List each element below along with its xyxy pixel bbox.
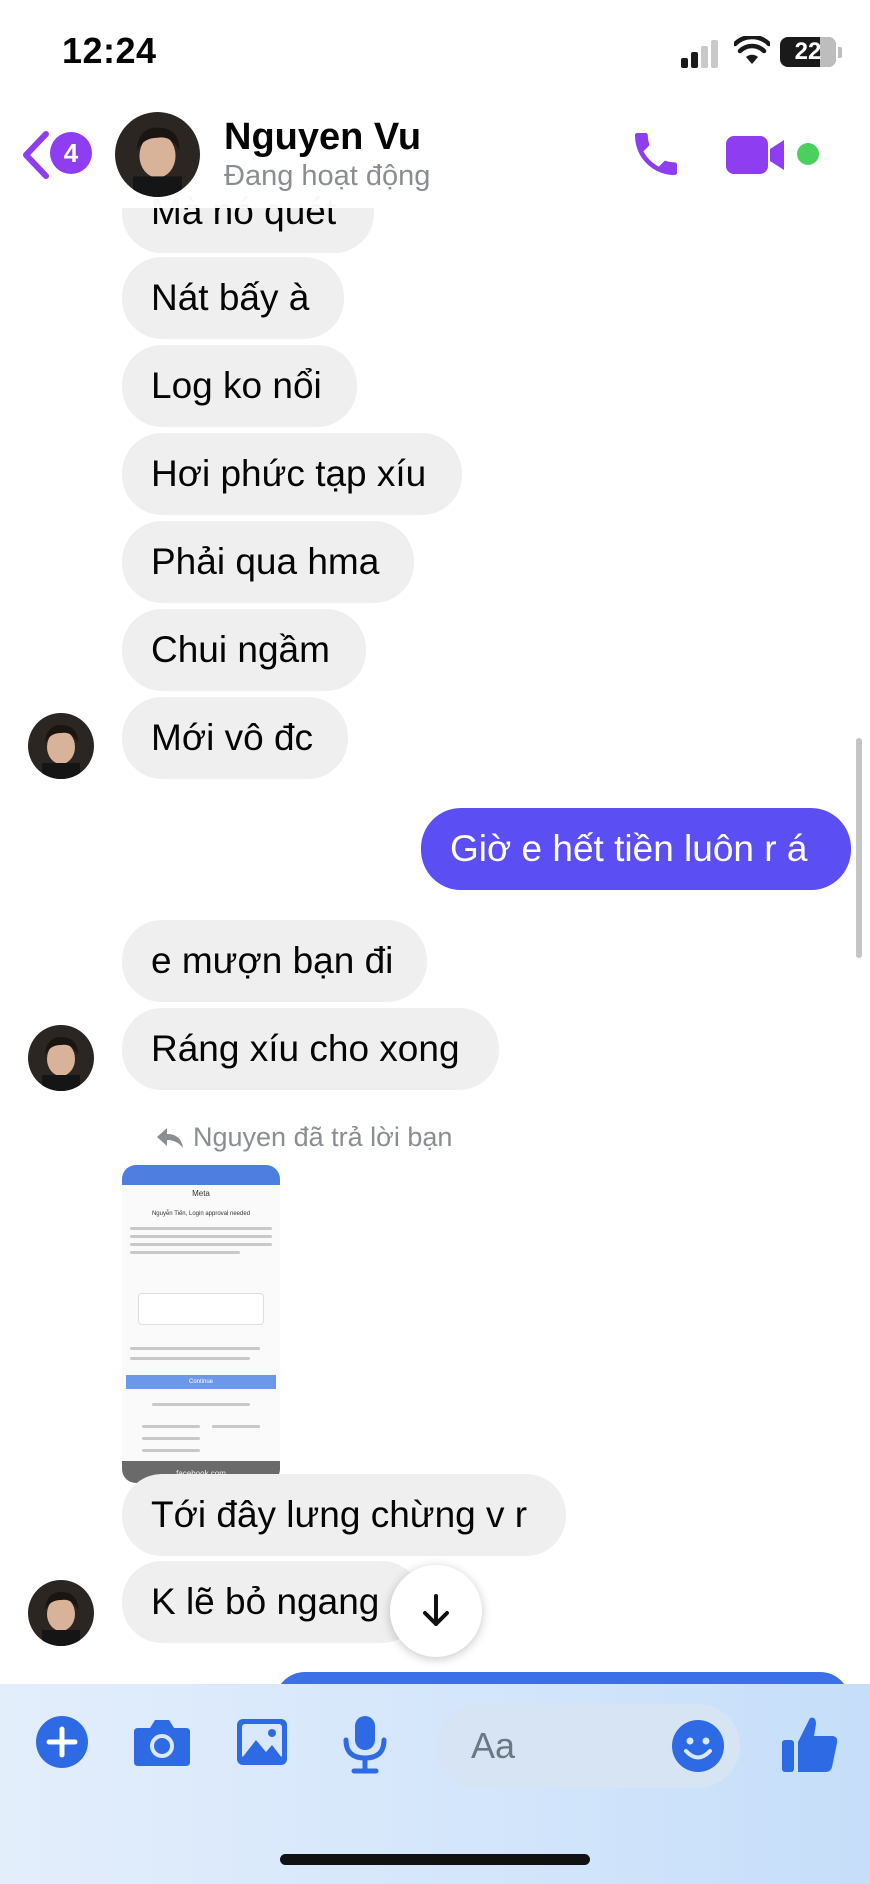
message-text: K lẽ bỏ ngang (151, 1581, 380, 1622)
thumbs-up-icon (782, 1717, 838, 1772)
attachment-button-label: Continue (188, 1379, 214, 1385)
message-bubble-incoming[interactable]: e mượn bạn đi (122, 920, 427, 1002)
reply-icon (157, 1128, 183, 1148)
contact-avatar[interactable] (28, 713, 94, 779)
message-text: Ráng xíu cho xong (151, 1028, 460, 1069)
conversation-header: 4 Nguyen Vu Đang hoạt động (0, 100, 870, 208)
battery-icon: 22 (780, 37, 836, 67)
back-chevron-icon (23, 131, 49, 179)
message-bubble-incoming[interactable]: Phải qua hma (122, 521, 414, 603)
message-bubble-outgoing[interactable]: Giờ e hết tiền luôn r á (421, 808, 851, 890)
more-actions-button[interactable] (34, 1714, 98, 1778)
scrollbar[interactable] (856, 738, 862, 958)
attachment-title: Nguyễn Tiến, Login approval needed (151, 1211, 251, 1217)
message-text: Tới đây lưng chừng v r (151, 1494, 528, 1535)
video-camera-icon (726, 136, 784, 174)
battery-level: 22 (794, 38, 822, 65)
contact-name[interactable]: Nguyen Vu (224, 116, 421, 159)
message-text: Log ko nổi (151, 365, 322, 406)
message-bubble-incoming[interactable]: Log ko nổi (122, 345, 357, 427)
microphone-icon (343, 1716, 387, 1774)
message-text: Giờ e hết tiền luôn r á (450, 828, 808, 869)
message-text: Mới vô đc (151, 717, 314, 758)
video-call-button[interactable] (724, 134, 788, 176)
message-bubble-incoming[interactable]: K lẽ bỏ ngang (122, 1561, 422, 1643)
message-text: e mượn bạn đi (151, 940, 394, 981)
reply-indicator-text: Nguyen đã trả lời bạn (193, 1122, 453, 1152)
reply-indicator: Nguyen đã trả lời bạn (155, 1122, 452, 1153)
back-button[interactable]: 4 (20, 130, 100, 180)
arrow-down-icon (423, 1594, 449, 1626)
unread-count-badge: 4 (50, 132, 92, 174)
camera-icon (134, 1720, 190, 1766)
message-bubble-incoming[interactable]: Nát bấy à (122, 257, 344, 339)
online-status-dot (797, 143, 819, 165)
voice-message-button[interactable] (340, 1714, 404, 1778)
phone-icon (635, 133, 677, 175)
like-button[interactable] (780, 1712, 840, 1776)
contact-avatar[interactable] (28, 1580, 94, 1646)
wifi-icon (734, 36, 770, 64)
shared-screenshot-attachment[interactable]: Meta Nguyễn Tiến, Login approval needed … (122, 1165, 280, 1483)
emoji-icon (672, 1720, 724, 1772)
status-bar: 12:24 22 (0, 0, 870, 100)
message-text: Chui ngầm (151, 629, 330, 670)
message-input[interactable] (471, 1704, 651, 1788)
message-bubble-incoming[interactable]: Chui ngầm (122, 609, 366, 691)
gallery-button[interactable] (234, 1714, 298, 1778)
contact-avatar[interactable] (28, 1025, 94, 1091)
message-bubble-incoming[interactable]: Mới vô đc (122, 697, 348, 779)
message-bubble-incoming[interactable]: Hơi phức tạp xíu (122, 433, 462, 515)
message-bubble-incoming[interactable]: Tới đây lưng chừng v r (122, 1474, 566, 1556)
image-icon (237, 1719, 287, 1765)
plus-icon (36, 1716, 88, 1768)
battery-tip (838, 47, 842, 58)
voice-call-button[interactable] (628, 126, 684, 182)
camera-button[interactable] (132, 1714, 196, 1778)
contact-avatar[interactable] (115, 112, 200, 197)
message-text: Hơi phức tạp xíu (151, 453, 427, 494)
message-bubble-incoming[interactable]: Ráng xíu cho xong (122, 1008, 499, 1090)
scroll-to-bottom-button[interactable] (390, 1565, 482, 1657)
attachment-brand: Meta (192, 1189, 210, 1198)
contact-active-status: Đang hoạt động (224, 160, 431, 192)
status-time: 12:24 (62, 30, 157, 71)
home-indicator[interactable] (280, 1854, 590, 1865)
cellular-signal-icon (681, 38, 721, 68)
message-text: Nát bấy à (151, 277, 310, 318)
emoji-button[interactable] (670, 1718, 726, 1774)
message-text: Phải qua hma (151, 541, 380, 582)
